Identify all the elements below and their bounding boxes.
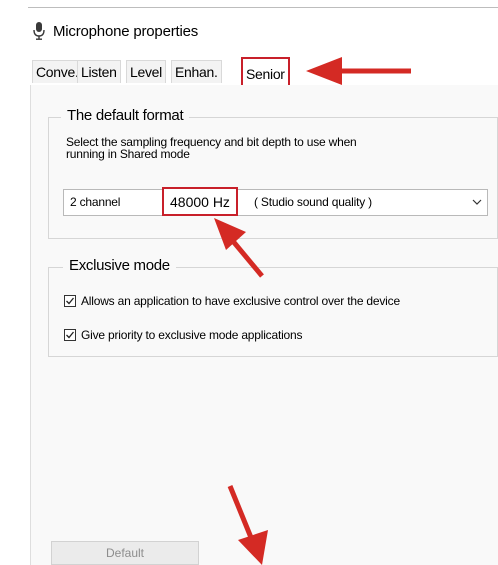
tab-levels[interactable]: Level [126, 60, 166, 83]
checkmark-icon [66, 297, 75, 305]
exclusive-control-option[interactable]: Allows an application to have exclusive … [64, 294, 400, 308]
default-format-description-line2: running in Shared mode [66, 147, 190, 161]
exclusive-priority-option[interactable]: Give priority to exclusive mode applicat… [64, 328, 303, 342]
exclusive-priority-label: Give priority to exclusive mode applicat… [81, 328, 303, 342]
window-title: Microphone properties [53, 22, 199, 40]
default-button[interactable]: Default [51, 541, 199, 565]
microphone-icon [33, 22, 45, 40]
exclusive-mode-group: Exclusive mode [48, 257, 498, 357]
checkmark-icon [66, 331, 75, 339]
title-bar: Microphone properties [33, 20, 198, 42]
sample-format-select[interactable]: 2 channel 48000 Hz ( Studio sound qualit… [63, 187, 488, 216]
select-rate-text: 48000 Hz [162, 187, 238, 216]
default-format-legend: The default format [61, 107, 190, 124]
tab-enhancements[interactable]: Enhan. [171, 60, 222, 83]
exclusive-priority-checkbox[interactable] [64, 329, 76, 341]
exclusive-control-label: Allows an application to have exclusive … [81, 294, 400, 308]
exclusive-mode-legend: Exclusive mode [63, 257, 176, 274]
tab-strip: Conve.. Listen Level Enhan. Senior [30, 57, 498, 86]
tab-advanced[interactable]: Senior [241, 57, 290, 86]
select-quality-text: ( Studio sound quality ) [254, 195, 372, 209]
select-channel-text: 2 channel [70, 195, 121, 209]
tab-listen[interactable]: Listen [77, 60, 121, 83]
exclusive-control-checkbox[interactable] [64, 295, 76, 307]
window-top-border [28, 7, 498, 8]
chevron-down-icon [472, 199, 482, 205]
